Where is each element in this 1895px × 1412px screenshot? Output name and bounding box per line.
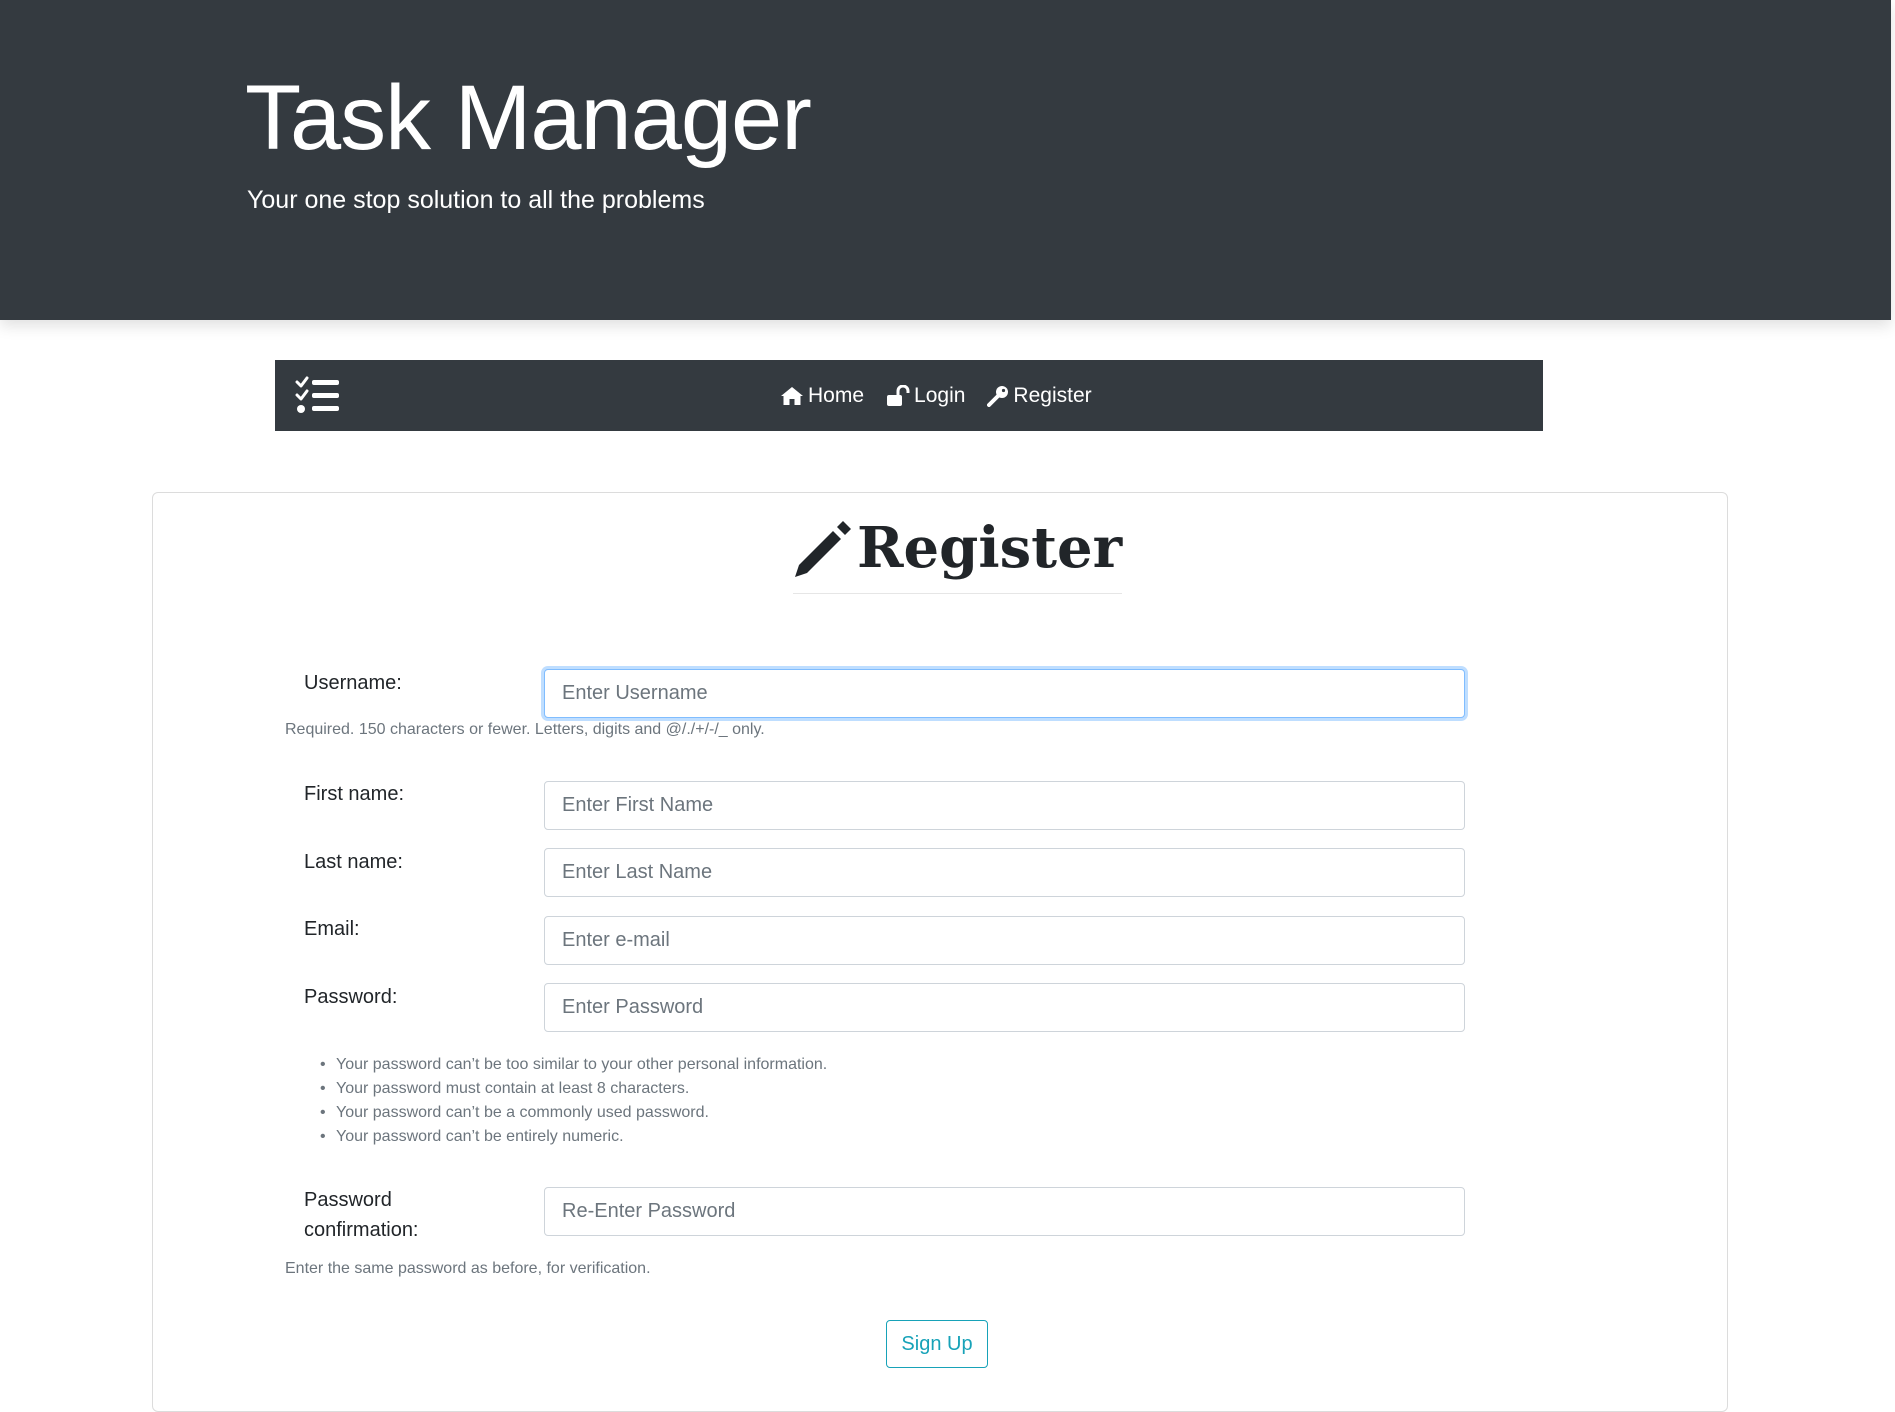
password-rule: Your password can’t be too similar to yo… [320,1053,827,1077]
password-rules-list: Your password can’t be too similar to yo… [320,1053,827,1149]
home-icon [781,386,803,405]
password-rule: Your password must contain at least 8 ch… [320,1077,827,1101]
nav-register-label: Register [1013,383,1092,407]
password-confirm-input[interactable] [544,1187,1465,1236]
register-card: Register Username: Required. 150 charact… [152,492,1728,1412]
pencil-icon [795,521,851,577]
username-label: Username: [304,672,402,694]
key-icon [987,385,1009,407]
nav-register[interactable]: Register [987,383,1092,408]
nav-login[interactable]: Login [886,384,965,408]
last-name-label: Last name: [304,851,403,873]
first-name-label: First name: [304,783,405,805]
password-confirm-label-line1: Password [304,1189,392,1211]
first-name-input[interactable] [544,781,1465,830]
unlock-icon [887,384,910,406]
register-heading-text: Register [857,515,1123,581]
nav-home-label: Home [808,383,865,407]
site-subtitle: Your one stop solution to all the proble… [247,186,705,214]
password-input[interactable] [544,983,1465,1032]
tasks-list-icon[interactable] [295,376,339,416]
navbar: Home Login Register [275,360,1543,431]
password-confirm-label-line2: confirmation: [304,1219,419,1241]
email-input[interactable] [544,916,1465,965]
nav-links: Home Login Register [780,360,1092,431]
password-rule: Your password can’t be entirely numeric. [320,1125,827,1149]
password-rule: Your password can’t be a commonly used p… [320,1101,827,1125]
username-help-text: Required. 150 characters or fewer. Lette… [285,721,765,738]
nav-home[interactable]: Home [780,384,864,408]
page-header: Task Manager Your one stop solution to a… [0,0,1891,320]
password-confirm-help-text: Enter the same password as before, for v… [285,1260,651,1277]
register-heading: Register [793,515,1123,594]
nav-login-label: Login [914,383,966,407]
email-label: Email: [304,918,360,940]
last-name-input[interactable] [544,848,1465,897]
sign-up-button[interactable]: Sign Up [886,1320,988,1368]
password-label: Password: [304,986,398,1008]
password-confirm-label: Password confirmation: [304,1185,419,1245]
username-input[interactable] [544,669,1465,718]
site-title: Task Manager [245,67,812,169]
